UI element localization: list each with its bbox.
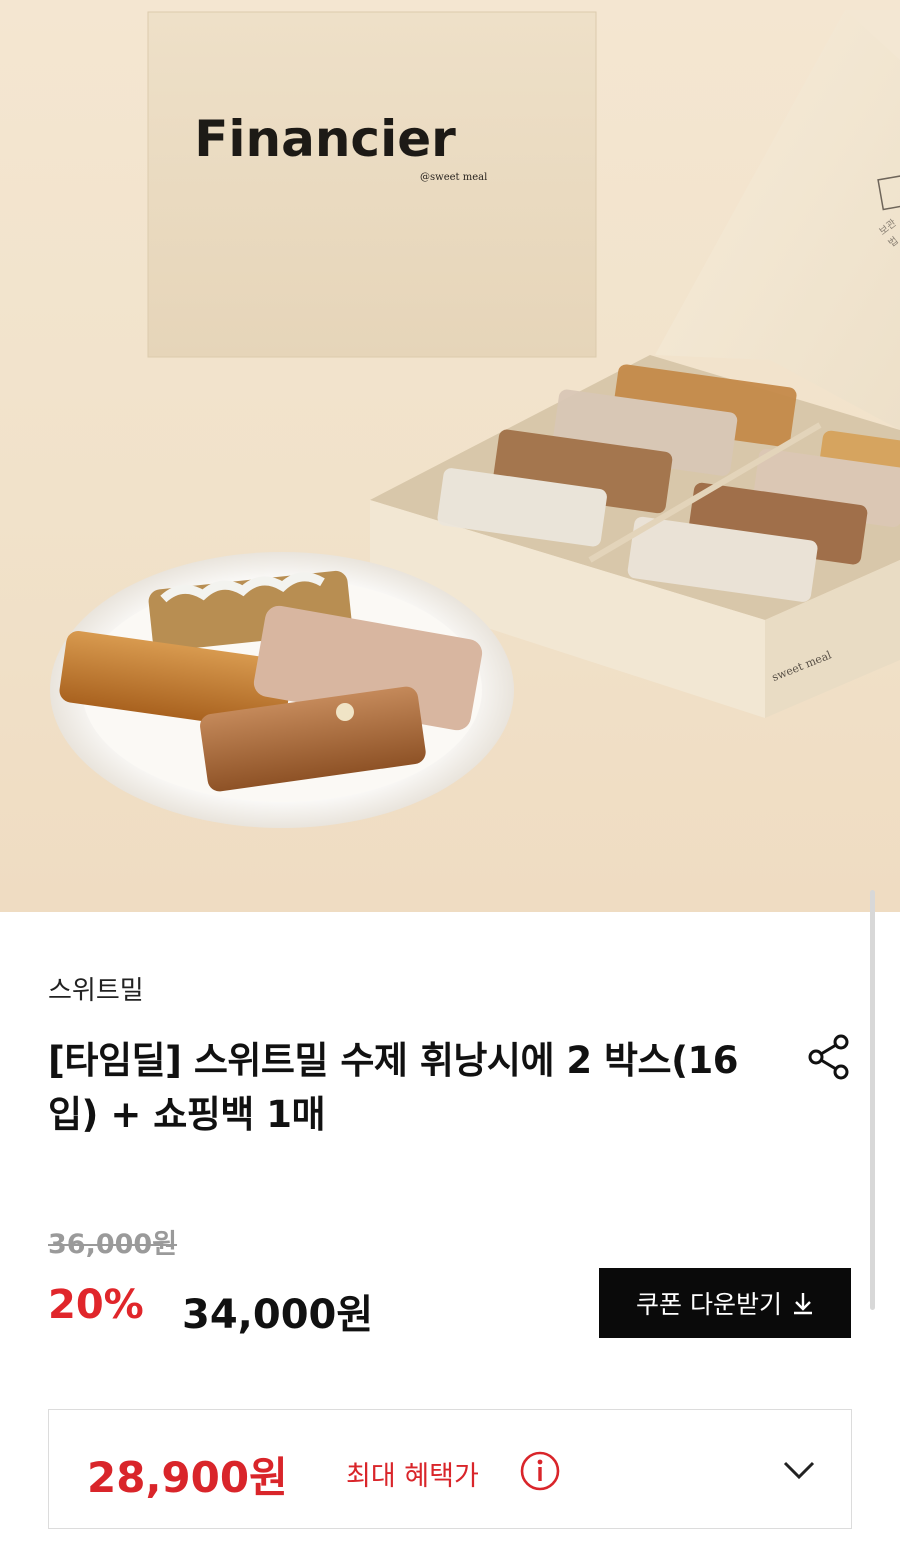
coupon-download-label: 쿠폰 다운받기 [636, 1290, 782, 1319]
share-icon [808, 1034, 849, 1080]
download-arrow-icon [793, 1293, 812, 1315]
chevron-down-icon[interactable] [779, 1453, 819, 1487]
brand-name[interactable]: 스위트밀 [48, 970, 144, 1007]
benefit-label: 최대 혜택가 [346, 1461, 479, 1492]
product-image[interactable]: Financier @sweet meal 보관법 sweet meal [0, 0, 900, 912]
box-brand-text: Financier [194, 110, 456, 168]
box-brand-subtext: @sweet meal [420, 172, 488, 183]
product-title: [타임딜] 스위트밀 수제 휘낭시에 2 박스(16입) + 쇼핑백 1매 [48, 1039, 738, 1136]
sale-price: 34,000원 [182, 1292, 374, 1338]
benefit-price: 28,900원 [87, 1453, 288, 1502]
share-button[interactable] [804, 1032, 854, 1082]
scrollbar[interactable] [870, 890, 875, 1310]
info-icon[interactable] [519, 1450, 561, 1492]
coupon-download-button[interactable]: 쿠폰 다운받기 [599, 1268, 851, 1338]
max-benefit-panel[interactable]: 28,900원 최대 혜택가 [48, 1409, 852, 1529]
discount-rate: 20% [48, 1282, 144, 1328]
original-price: 36,000원 [48, 1229, 178, 1260]
